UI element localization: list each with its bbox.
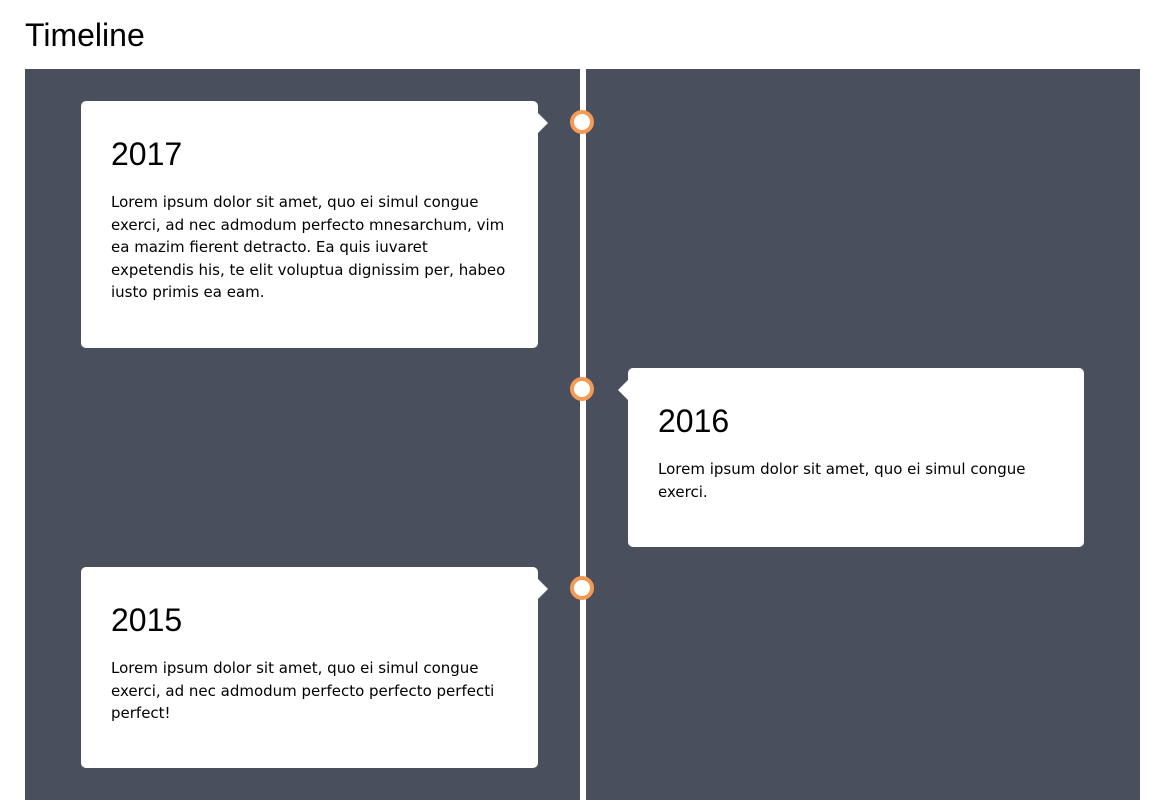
timeline-card-2017: 2017 Lorem ipsum dolor sit amet, quo ei …	[81, 101, 548, 348]
timeline-dot-2016	[570, 377, 594, 401]
entry-text: Lorem ipsum dolor sit amet, quo ei simul…	[111, 659, 495, 722]
entry-text: Lorem ipsum dolor sit amet, quo ei simul…	[111, 193, 506, 301]
entry-text: Lorem ipsum dolor sit amet, quo ei simul…	[658, 460, 1026, 501]
timeline: 2017 Lorem ipsum dolor sit amet, quo ei …	[25, 69, 1140, 800]
entry-year: 2015	[111, 602, 183, 638]
entry-year: 2016	[658, 403, 730, 439]
timeline-dot-2015	[570, 576, 594, 600]
timeline-card-2015: 2015 Lorem ipsum dolor sit amet, quo ei …	[81, 567, 548, 768]
page-title: Timeline	[25, 17, 145, 53]
entry-year: 2017	[111, 136, 183, 172]
timeline-dot-2017	[570, 110, 594, 134]
timeline-card-2016: 2016 Lorem ipsum dolor sit amet, quo ei …	[618, 368, 1084, 547]
timeline-line	[580, 69, 586, 800]
